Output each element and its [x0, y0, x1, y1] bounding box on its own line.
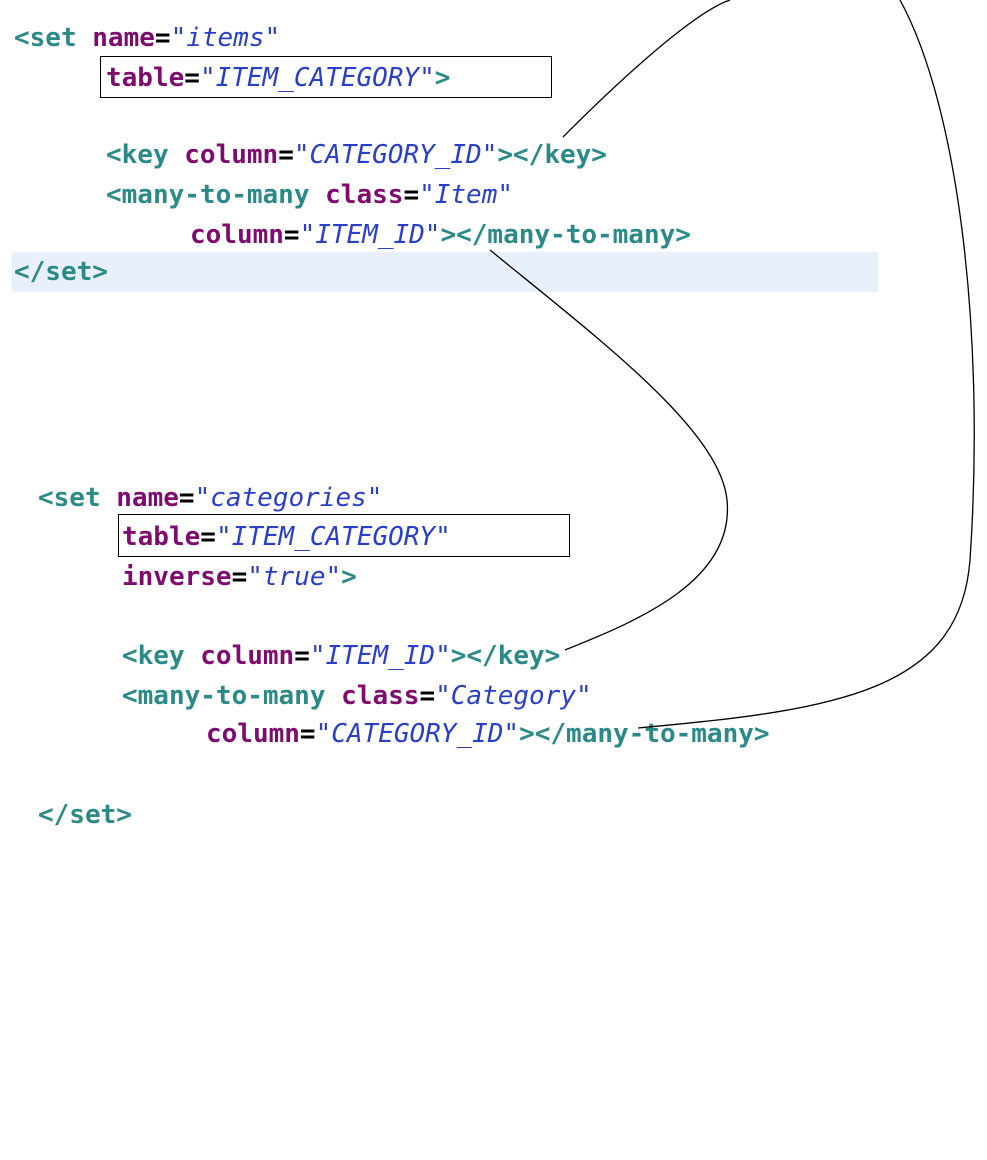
connector-categoryid-to-categoryid: [562, 0, 731, 138]
connector-itemid-to-itemid: [489, 249, 729, 651]
connector-categoryid-wraparound: [637, 0, 975, 729]
connector-curves: [489, 0, 975, 729]
